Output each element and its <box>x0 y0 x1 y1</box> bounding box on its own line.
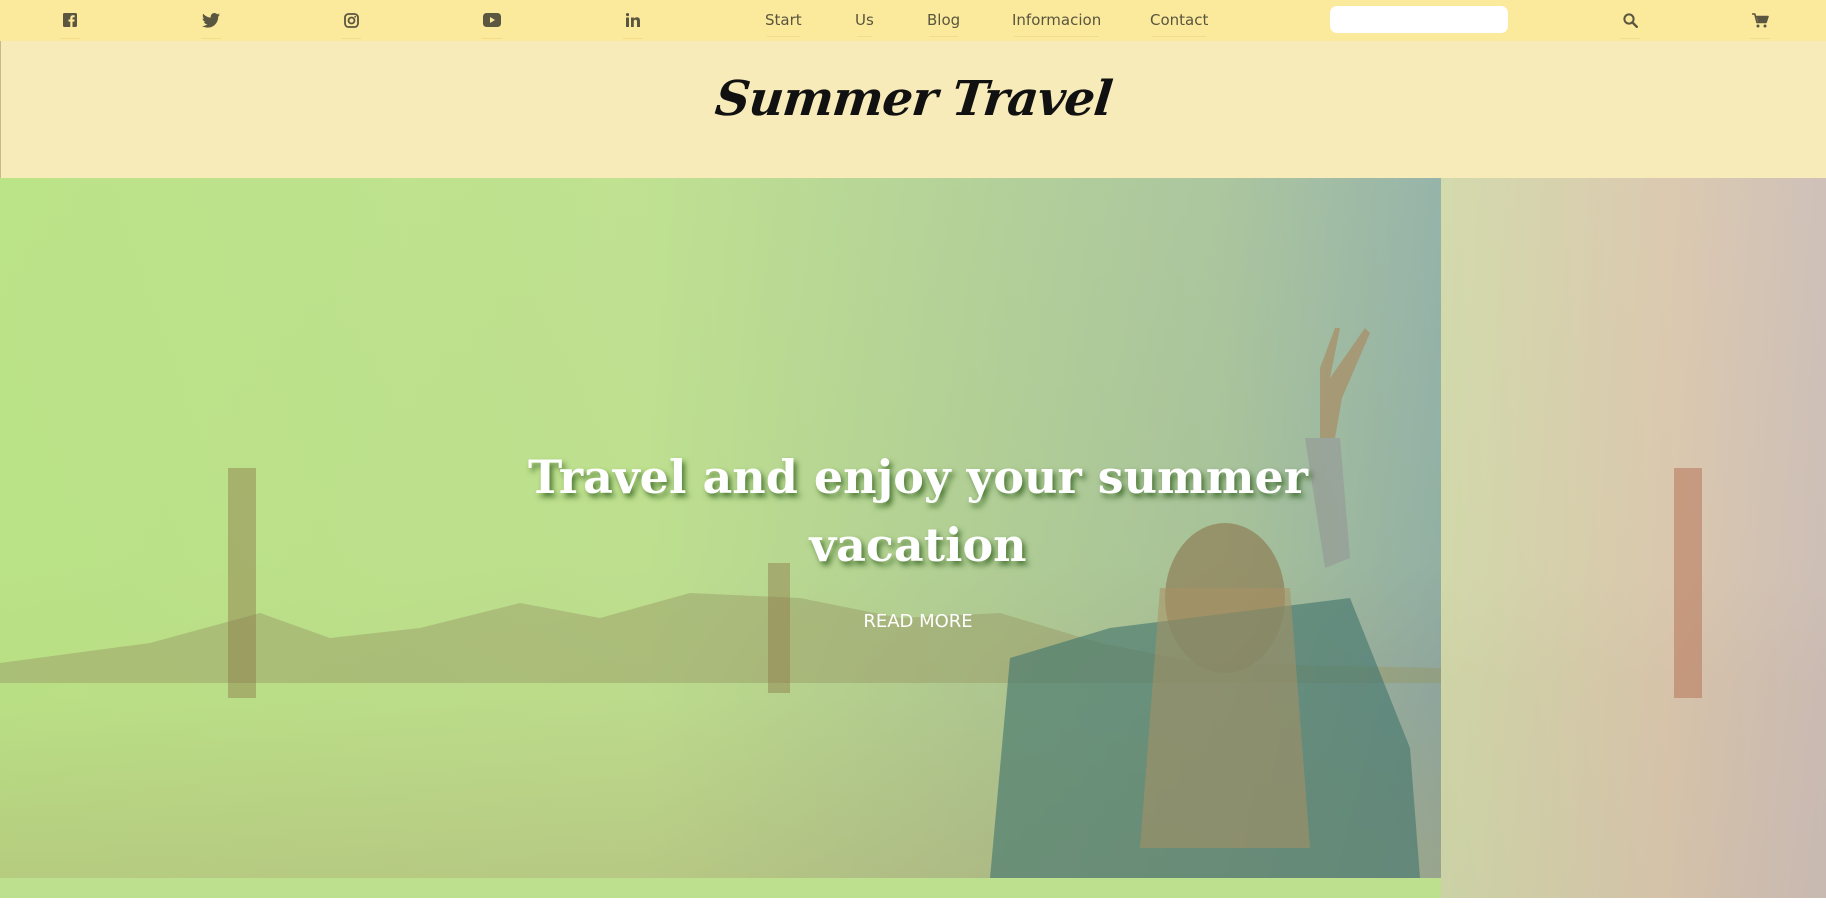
nav-blog[interactable]: Blog <box>927 10 960 37</box>
nav-start[interactable]: Start <box>765 10 802 37</box>
site-logo[interactable]: Summer Travel <box>0 71 1826 127</box>
bridge-tower-image <box>1674 468 1702 698</box>
search-input[interactable] <box>1330 6 1508 33</box>
search-icon[interactable] <box>1618 8 1642 39</box>
hero-title: Travel and enjoy your summer vacation <box>528 450 1308 572</box>
top-bar: Start Us Blog Informacion Contact <box>0 0 1826 41</box>
person-image <box>990 328 1420 878</box>
divider <box>0 898 1826 908</box>
site-header: Summer Travel <box>0 41 1826 178</box>
facebook-icon[interactable] <box>58 8 82 39</box>
bridge-tower-image <box>228 468 256 698</box>
linkedin-icon[interactable] <box>621 8 645 39</box>
nav-us[interactable]: Us <box>855 10 874 37</box>
youtube-icon[interactable] <box>480 8 504 39</box>
read-more-button[interactable]: READ MORE <box>820 607 1016 635</box>
nav-contact[interactable]: Contact <box>1150 10 1208 37</box>
cart-icon[interactable] <box>1748 8 1772 39</box>
nav-informacion[interactable]: Informacion <box>1012 10 1101 37</box>
hero-slide-next[interactable] <box>1441 178 1826 898</box>
instagram-icon[interactable] <box>339 8 363 39</box>
hero-slide-strip <box>0 878 1441 898</box>
hero-slider: Travel and enjoy your summer vacation RE… <box>0 178 1826 908</box>
bridge-tower-image <box>768 563 790 693</box>
twitter-icon[interactable] <box>199 8 223 39</box>
